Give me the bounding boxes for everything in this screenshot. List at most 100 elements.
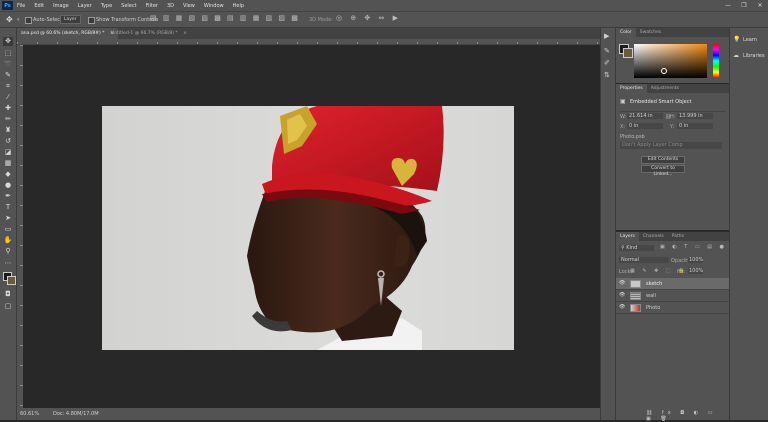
clone-stamp-tool-icon[interactable]: ♜ [3, 126, 13, 135]
height-field[interactable]: 13.999 in [677, 113, 713, 119]
brush-settings-icon[interactable]: ✎ [604, 47, 610, 55]
move-tool-icon[interactable]: ✥ [6, 15, 13, 24]
layer-name[interactable]: sketch [646, 281, 662, 287]
paragraph-icon[interactable]: ⇅ [604, 71, 610, 79]
quick-select-tool-icon[interactable]: ✎ [3, 71, 13, 80]
menu-select[interactable]: Select [121, 3, 136, 9]
visibility-eye-icon[interactable]: 👁 [619, 281, 625, 286]
menu-filter[interactable]: Filter [146, 3, 158, 9]
crop-tool-icon[interactable]: ⌗ [3, 82, 13, 91]
layer-row-sketch[interactable]: 👁 sketch [616, 278, 729, 290]
tab-properties[interactable]: Properties [616, 84, 647, 93]
color-picker-field[interactable] [634, 44, 707, 78]
x-field[interactable]: 0 in [627, 123, 663, 129]
zoom-level[interactable]: 60.61% [20, 411, 39, 417]
tab-color[interactable]: Color [616, 28, 636, 37]
more-tools-icon[interactable]: ⋯ [3, 259, 13, 268]
tab-layers[interactable]: Layers [616, 232, 639, 241]
eyedropper-tool-icon[interactable]: ⁄ [3, 93, 13, 102]
layer-row-wall[interactable]: 👁 wall [616, 290, 729, 302]
tab-label: Untitled-1 @ 66.7% (RGB/8) * [111, 31, 178, 36]
layer-comp-dropdown[interactable]: Don't Apply Layer Comp [620, 142, 722, 149]
libraries-label[interactable]: Libraries [743, 53, 765, 59]
zoom-tool-icon[interactable]: ⚲ [3, 247, 13, 256]
layer-actions-icons[interactable]: ⛓ fx ◘ ◐ ▭ ▣ 🗑 [646, 410, 729, 422]
3d-mode-icons[interactable]: ◎ ⊕ ✥ ⇔ ▶ [336, 14, 401, 22]
status-arrow-icon[interactable]: › [97, 410, 99, 416]
tab-adjustments[interactable]: Adjustments [647, 84, 683, 93]
gradient-tool-icon[interactable]: ▦ [3, 159, 13, 168]
character-icon[interactable]: ✐ [604, 59, 610, 67]
history-icon[interactable]: ▶ [604, 32, 609, 40]
layer-filter-kind[interactable]: ⚲ Kind [619, 245, 654, 251]
visibility-eye-icon[interactable]: 👁 [619, 305, 625, 310]
dodge-tool-icon[interactable]: ● [3, 181, 13, 190]
color-picker-cursor[interactable] [661, 68, 667, 74]
path-select-tool-icon[interactable]: ➤ [3, 214, 13, 223]
layer-filter-icons[interactable]: ▣ ◐ T ▭ ▤ ● [660, 244, 727, 250]
hue-slider[interactable] [713, 44, 719, 78]
restore-button[interactable]: ❐ [736, 0, 752, 11]
layer-name[interactable]: wall [646, 293, 656, 299]
tab-swatches[interactable]: Swatches [636, 28, 666, 37]
pen-tool-icon[interactable]: ✒ [3, 192, 13, 201]
bg-color-chip[interactable] [623, 48, 633, 58]
shape-tool-icon[interactable]: ▭ [3, 225, 13, 234]
close-icon[interactable]: × [183, 31, 187, 36]
libraries-icon[interactable]: ☁ [733, 52, 739, 59]
type-tool-icon[interactable]: T [3, 203, 13, 212]
quick-mask-icon[interactable]: ◘ [3, 290, 13, 299]
layer-row-photo[interactable]: 👁 Photo [616, 302, 729, 314]
doc-size[interactable]: Doc: 4.80M/17.0M [53, 411, 99, 417]
canvas-image[interactable] [102, 106, 514, 350]
auto-select-dropdown[interactable]: Layer [60, 15, 81, 24]
menu-view[interactable]: View [183, 3, 195, 9]
background-color-swatch[interactable] [7, 276, 16, 285]
visibility-eye-icon[interactable]: 👁 [619, 293, 625, 298]
close-window-button[interactable]: ✕ [752, 0, 768, 11]
move-tool-icon[interactable]: ✥ [3, 37, 13, 46]
menu-type[interactable]: Type [101, 3, 112, 9]
screen-mode-icon[interactable]: ▢ [3, 302, 13, 311]
learn-label[interactable]: Learn [743, 37, 757, 43]
menu-items: File Edit Image Layer Type Select Filter… [17, 0, 244, 11]
learn-icon[interactable]: 💡 [733, 36, 740, 43]
opacity-field[interactable]: 100% [688, 257, 703, 263]
brush-tool-icon[interactable]: ✏ [3, 115, 13, 124]
blend-mode-dropdown[interactable]: Normal [619, 257, 669, 263]
show-transform-checkbox[interactable] [88, 17, 95, 24]
healing-brush-tool-icon[interactable]: ✚ [3, 104, 13, 113]
tool-preset-chevron-icon[interactable]: ▾ [17, 17, 20, 23]
tab-paths[interactable]: Paths [668, 232, 688, 241]
portrait-photo [247, 106, 444, 350]
kind-label: Kind [626, 245, 638, 251]
hand-tool-icon[interactable]: ✋ [3, 236, 13, 245]
status-bar: 60.61% Doc: 4.80M/17.0M › [17, 408, 600, 420]
lasso-tool-icon[interactable]: ➰ [3, 60, 13, 69]
menu-3d[interactable]: 3D [167, 3, 174, 9]
y-label: Y: [670, 124, 675, 130]
tab-ana-psd[interactable]: ana.psd @ 60.6% (sketch, RGB/8#) * × [17, 28, 118, 39]
edit-contents-button[interactable]: Edit Contents [641, 156, 685, 164]
tab-channels[interactable]: Channels [639, 232, 668, 241]
history-brush-tool-icon[interactable]: ↺ [3, 137, 13, 146]
menu-layer[interactable]: Layer [78, 3, 92, 9]
align-icons[interactable]: ▤ ▥ ▦ ▧ ▨ ▩ ▤ ▥ ▦ ▧ ▨ ▩ [150, 14, 300, 22]
menu-file[interactable]: File [17, 3, 25, 9]
y-field[interactable]: 0 in [677, 123, 713, 129]
minimize-button[interactable]: — [720, 0, 736, 11]
width-field[interactable]: 21.614 in [627, 113, 663, 119]
layers-panel: Layers Channels Paths ⚲ Kind ▣ ◐ T ▭ ▤ ●… [616, 232, 729, 422]
auto-select-checkbox[interactable] [25, 17, 32, 24]
menu-image[interactable]: Image [53, 3, 69, 9]
eraser-tool-icon[interactable]: ◪ [3, 148, 13, 157]
convert-to-linked-button[interactable]: Convert to Linked... [641, 165, 685, 177]
blur-tool-icon[interactable]: ◆ [3, 170, 13, 179]
menu-edit[interactable]: Edit [34, 3, 44, 9]
marquee-tool-icon[interactable]: ⬚ [3, 49, 13, 58]
menu-window[interactable]: Window [204, 3, 224, 9]
menu-help[interactable]: Help [233, 3, 244, 9]
tab-untitled-1[interactable]: Untitled-1 @ 66.7% (RGB/8) * × [107, 28, 191, 39]
fill-field[interactable]: 100% [688, 268, 703, 274]
layer-name[interactable]: Photo [646, 305, 660, 311]
